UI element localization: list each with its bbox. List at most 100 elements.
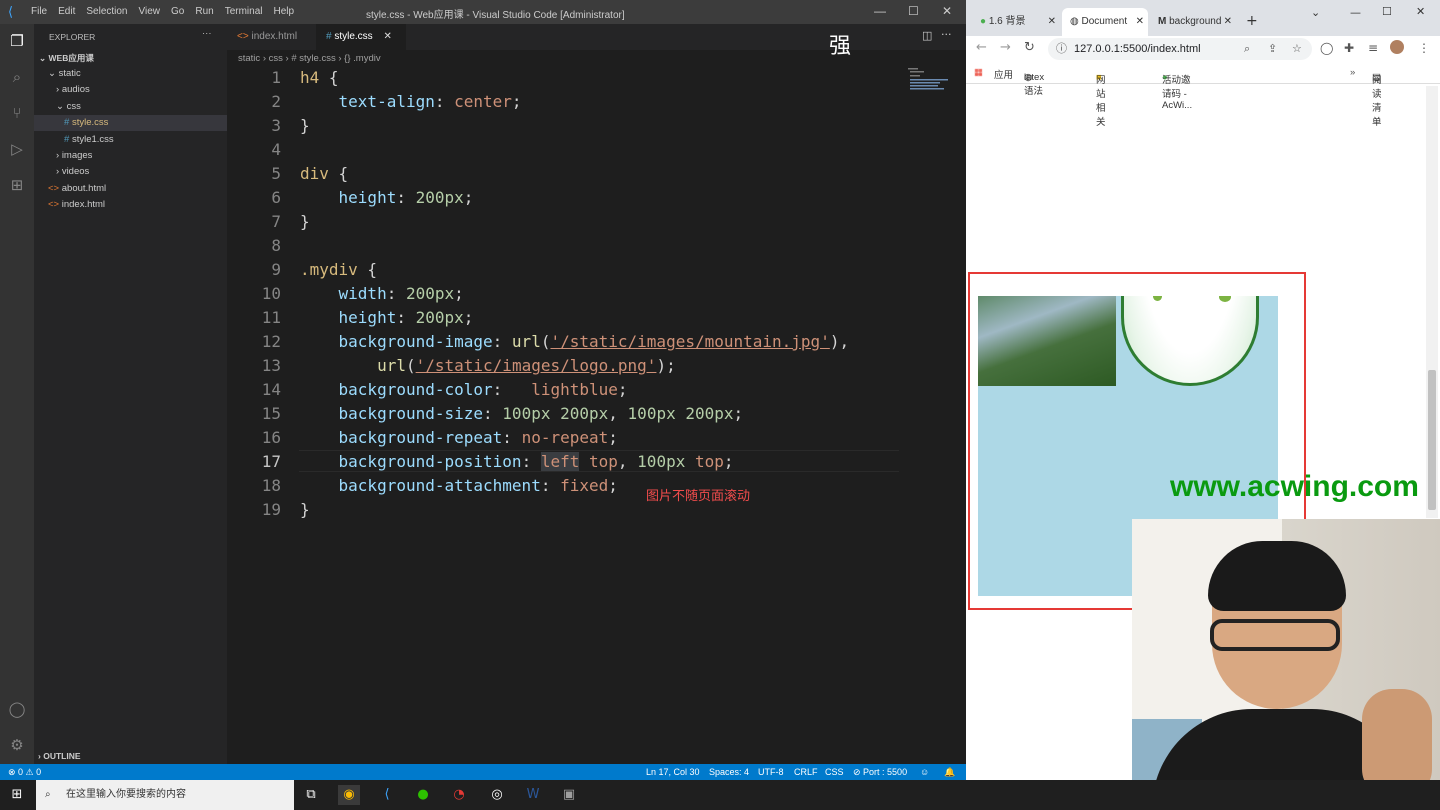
kebab-menu-icon[interactable]: ⋮ <box>1418 41 1430 55</box>
reload-icon[interactable]: ↻ <box>1024 40 1035 55</box>
tree-item[interactable]: <> about.html <box>34 181 227 197</box>
settings-gear-icon[interactable]: ⚙ <box>6 734 28 756</box>
bookmark-apps[interactable]: 应用 <box>994 67 1013 81</box>
feedback-icon[interactable]: ☺ <box>920 767 929 777</box>
tree-item[interactable]: › images <box>34 148 227 164</box>
code-line[interactable]: height: 200px; <box>300 188 474 207</box>
maximize-icon[interactable]: ☐ <box>908 4 919 18</box>
reading-mode-icon[interactable]: ≡ <box>1368 41 1378 55</box>
scrollbar-thumb[interactable] <box>1428 370 1436 510</box>
minimap[interactable] <box>906 66 956 106</box>
breadcrumb-symbol[interactable]: {} .mydiv <box>344 53 380 64</box>
tree-item[interactable]: › videos <box>34 164 227 180</box>
close-tab-icon[interactable]: ✕ <box>1224 8 1232 36</box>
problems-status[interactable]: ⊗ 0 ⚠ 0 <box>8 767 41 778</box>
vscode-app-icon[interactable]: ⟨ <box>376 785 398 805</box>
files-icon[interactable]: ❐ <box>6 30 28 52</box>
more-actions-icon[interactable]: ··· <box>202 28 212 39</box>
encoding-status[interactable]: UTF-8 <box>758 767 784 777</box>
chrome-app-icon[interactable]: ◉ <box>338 785 360 805</box>
zoom-icon[interactable]: ⌕ <box>1244 38 1250 60</box>
code-line[interactable]: } <box>300 116 310 135</box>
avatar[interactable] <box>1390 40 1404 54</box>
menu-file[interactable]: File <box>31 6 47 17</box>
tab-search-icon[interactable]: ⌄ <box>1311 6 1320 19</box>
run-debug-icon[interactable]: ▷ <box>6 138 28 160</box>
code-line[interactable]: background-attachment: fixed; <box>300 476 618 495</box>
source-control-icon[interactable]: ⑂ <box>6 102 28 124</box>
minimize-icon[interactable]: — <box>874 4 886 18</box>
star-icon[interactable]: ☆ <box>1292 38 1302 60</box>
split-editor-icon[interactable]: ◫ <box>922 29 932 42</box>
menu-terminal[interactable]: Terminal <box>225 6 263 17</box>
recorder-app-icon[interactable]: ◔ <box>448 785 470 805</box>
tree-item[interactable]: # style.css <box>34 115 227 132</box>
tree-item[interactable]: <> index.html <box>34 197 227 213</box>
breadcrumb-file[interactable]: # style.css <box>291 53 335 64</box>
search-icon[interactable]: ⌕ <box>6 66 28 88</box>
close-icon[interactable]: ✕ <box>1416 5 1425 18</box>
close-tab-icon[interactable]: ✕ <box>1048 8 1056 36</box>
minimize-icon[interactable]: — <box>1350 6 1361 19</box>
close-icon[interactable]: ✕ <box>942 4 952 18</box>
code-line[interactable]: div { <box>300 164 348 183</box>
chrome-tab-1[interactable]: ● 1.6 背景 ✕ <box>972 8 1060 36</box>
menu-view[interactable]: View <box>139 6 161 17</box>
code-line[interactable]: background-color: lightblue; <box>300 380 628 399</box>
share-icon[interactable]: ⇪ <box>1268 38 1277 60</box>
code-line[interactable]: background-image: url('/static/images/mo… <box>300 332 850 351</box>
tab-style-css[interactable]: # style.css ✕ <box>316 24 406 50</box>
code-line[interactable]: height: 200px; <box>300 308 474 327</box>
code-line[interactable]: h4 { <box>300 68 339 87</box>
code-line[interactable]: background-repeat: no-repeat; <box>300 428 618 447</box>
editor-more-icon[interactable]: ··· <box>941 28 952 41</box>
cursor-position[interactable]: Ln 17, Col 30 <box>646 767 700 777</box>
menu-selection[interactable]: Selection <box>86 6 127 17</box>
taskbar-search[interactable]: ⌕ 在这里输入你要搜索的内容 <box>36 780 294 810</box>
windows-start-icon[interactable]: ⊞ <box>6 785 28 805</box>
project-folder[interactable]: ⌄ WEB应用课 <box>39 50 227 66</box>
word-app-icon[interactable]: W <box>522 785 544 805</box>
outline-section[interactable]: › OUTLINE <box>38 748 81 764</box>
code-line[interactable]: background-size: 100px 200px, 100px 200p… <box>300 404 744 423</box>
code-line[interactable]: } <box>300 212 310 231</box>
menu-help[interactable]: Help <box>274 6 295 17</box>
tree-item[interactable]: ⌄ static <box>34 66 227 82</box>
code-line[interactable]: url('/static/images/logo.png'); <box>300 356 676 375</box>
code-line[interactable]: background-position: left top, 100px top… <box>300 452 734 471</box>
code-line[interactable]: .mydiv { <box>300 260 377 279</box>
chrome-tab-3[interactable]: M background ✕ <box>1150 8 1236 36</box>
code-line[interactable]: width: 200px; <box>300 284 464 303</box>
back-icon[interactable]: ← <box>976 40 987 55</box>
menu-run[interactable]: Run <box>195 6 213 17</box>
code-editor[interactable]: 1 h4 {2 text-align: center; 3} 4 5 div {6 hei… <box>227 66 907 536</box>
window-app-icon[interactable]: ▣ <box>558 785 580 805</box>
notifications-icon[interactable]: 🔔 <box>944 767 955 778</box>
maximize-icon[interactable]: ☐ <box>1382 5 1392 18</box>
extension-icon[interactable]: ◯ <box>1320 41 1333 55</box>
code-line[interactable]: } <box>300 500 310 519</box>
tree-item[interactable]: ⌄ css <box>34 99 227 115</box>
bookmarks-overflow-icon[interactable]: » <box>1350 67 1355 78</box>
tree-item[interactable]: # style1.css <box>34 132 227 148</box>
forward-icon[interactable]: → <box>1000 40 1011 55</box>
extensions-icon[interactable]: ⊞ <box>6 174 28 196</box>
indent-status[interactable]: Spaces: 4 <box>709 767 749 777</box>
wechat-app-icon[interactable]: ● <box>412 785 434 805</box>
puzzle-icon[interactable]: ✚ <box>1344 41 1354 55</box>
eol-status[interactable]: CRLF <box>794 767 818 777</box>
task-view-icon[interactable]: ⧉ <box>300 785 322 805</box>
close-tab-icon[interactable]: ✕ <box>1136 8 1144 36</box>
chrome-tab-2[interactable]: ◍ Document ✕ <box>1062 8 1148 36</box>
new-tab-icon[interactable]: + <box>1246 13 1258 29</box>
code-line[interactable]: text-align: center; <box>300 92 522 111</box>
tree-item[interactable]: › audios <box>34 82 227 98</box>
address-bar[interactable]: ⓘ 127.0.0.1:5500/index.html ⌕ ⇪ ☆ <box>1048 38 1312 60</box>
close-tab-icon[interactable]: ✕ <box>383 31 391 42</box>
breadcrumb-css[interactable]: css <box>269 53 283 64</box>
language-status[interactable]: CSS <box>825 767 844 777</box>
live-server-port[interactable]: ⊘ Port : 5500 <box>853 767 907 778</box>
menu-go[interactable]: Go <box>171 6 184 17</box>
menu-edit[interactable]: Edit <box>58 6 75 17</box>
account-icon[interactable]: ◯ <box>6 698 28 720</box>
